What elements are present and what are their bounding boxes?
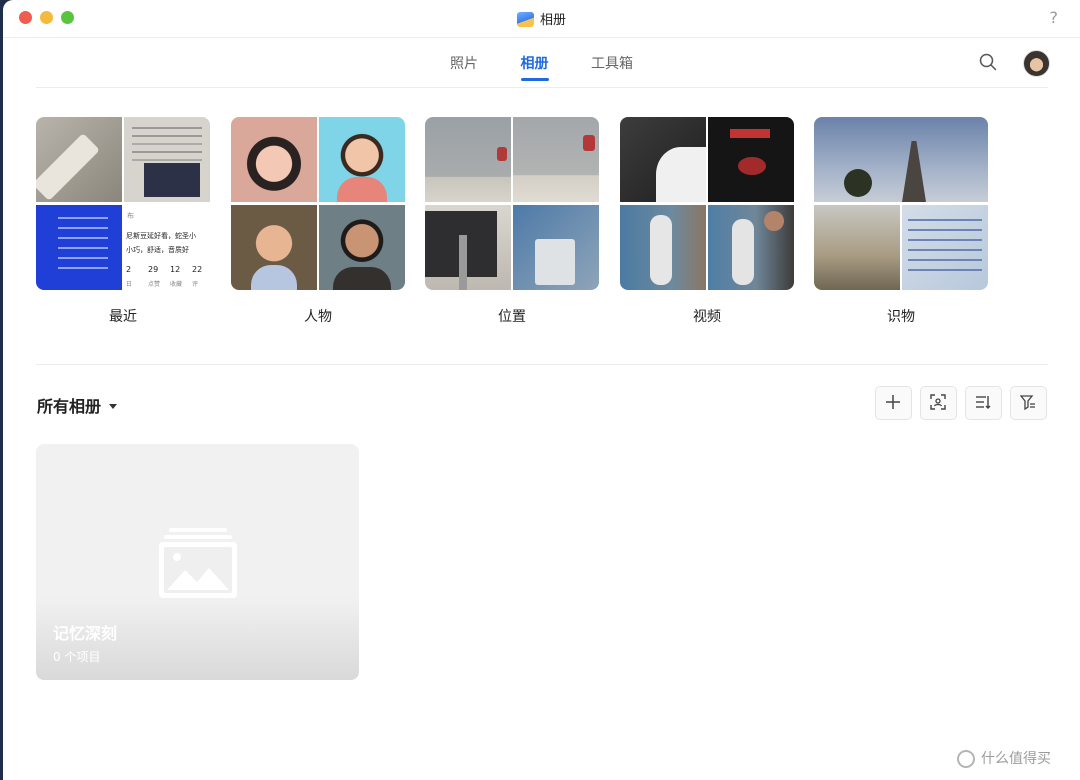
photo-thumbnail <box>124 117 210 202</box>
video-thumbnail <box>708 117 794 202</box>
photo-thumbnail <box>814 117 988 202</box>
photo-thumbnail: 布 尼斯豆延好看，蛇圣小 小巧，舒适，音质好 2 29 12 22 日点赞 收藏评 <box>124 205 210 290</box>
category-videos[interactable]: 视频 <box>620 117 794 326</box>
photo-thumbnail <box>36 117 122 202</box>
category-people[interactable]: 人物 <box>231 117 405 326</box>
scan-icon <box>930 394 946 410</box>
video-thumbnail <box>620 205 706 290</box>
person-thumbnail <box>231 205 317 290</box>
filter-icon <box>1020 395 1035 410</box>
app-window: 相册 ? 照片 相册 工具箱 布 尼斯豆延好看，蛇圣小 小巧，舒适，音质好 2 … <box>3 0 1080 780</box>
tab-divider <box>36 87 1048 88</box>
photo-thumbnail <box>36 205 122 290</box>
avatar[interactable] <box>1023 50 1050 77</box>
add-album-button[interactable] <box>875 386 912 420</box>
photo-thumbnail <box>902 205 988 290</box>
photo-thumbnail <box>513 205 599 290</box>
tab-albums[interactable]: 相册 <box>520 53 549 81</box>
category-recent[interactable]: 布 尼斯豆延好看，蛇圣小 小巧，舒适，音质好 2 29 12 22 日点赞 收藏评 最近 <box>36 117 210 326</box>
title-bar: 相册 ? <box>3 0 1080 36</box>
help-button[interactable]: ? <box>1050 8 1059 27</box>
album-card[interactable]: 记忆深刻 0 个项目 <box>36 444 359 680</box>
category-label: 视频 <box>693 309 721 325</box>
category-things[interactable]: 识物 <box>814 117 988 326</box>
caret-down-icon <box>109 404 118 409</box>
all-albums-dropdown[interactable]: 所有相册 <box>37 393 118 417</box>
app-logo-icon <box>516 12 534 27</box>
sort-button[interactable] <box>965 386 1002 420</box>
video-thumbnail <box>708 205 794 290</box>
category-label: 最近 <box>109 309 137 325</box>
category-thumbnail-grid <box>814 117 988 290</box>
title-divider <box>3 37 1080 38</box>
person-thumbnail <box>319 205 405 290</box>
watermark: 什么值得买 <box>957 748 1051 768</box>
category-label: 位置 <box>498 309 526 325</box>
photo-thumbnail <box>513 117 599 202</box>
tab-toolbox[interactable]: 工具箱 <box>591 53 633 81</box>
tab-photos[interactable]: 照片 <box>450 53 478 81</box>
sort-icon <box>976 396 991 409</box>
album-item-count: 0 个项目 <box>53 650 101 664</box>
category-thumbnail-grid <box>231 117 405 290</box>
add-icon <box>886 395 900 409</box>
watermark-logo-icon <box>957 750 975 768</box>
photo-thumbnail <box>814 205 900 290</box>
tab-bar: 照片 相册 工具箱 <box>3 53 1080 81</box>
photo-placeholder-icon <box>159 528 237 598</box>
album-title: 记忆深刻 <box>53 624 118 643</box>
category-thumbnail-grid <box>425 117 599 290</box>
section-divider <box>36 364 1048 365</box>
category-thumbnail-grid: 布 尼斯豆延好看，蛇圣小 小巧，舒适，音质好 2 29 12 22 日点赞 收藏评 <box>36 117 210 290</box>
scan-button[interactable] <box>920 386 957 420</box>
window-title: 相册 <box>3 9 1080 28</box>
category-places[interactable]: 位置 <box>425 117 599 326</box>
video-thumbnail <box>620 117 706 202</box>
photo-thumbnail <box>425 205 511 290</box>
photo-thumbnail <box>425 117 511 202</box>
filter-button[interactable] <box>1010 386 1047 420</box>
search-icon[interactable] <box>979 53 997 71</box>
person-thumbnail <box>231 117 317 202</box>
person-thumbnail <box>319 117 405 202</box>
category-label: 识物 <box>887 309 915 325</box>
category-label: 人物 <box>304 309 332 325</box>
category-thumbnail-grid <box>620 117 794 290</box>
